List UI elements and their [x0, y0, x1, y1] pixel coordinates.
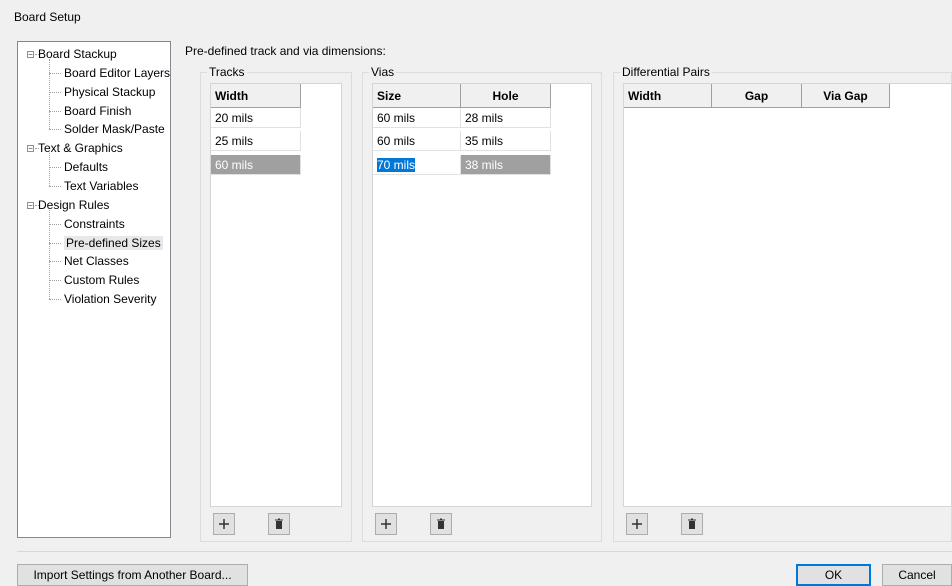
tree-item-label: Pre-defined Sizes [64, 235, 163, 250]
vias-cell-size[interactable]: 60 mils [373, 131, 461, 151]
tracks-delete-button[interactable] [268, 513, 290, 535]
tree-connector [49, 153, 50, 186]
tree-item-label: Text Variables [64, 178, 139, 193]
tree-item[interactable]: Board Editor Layers [64, 64, 170, 82]
ok-button[interactable]: OK [796, 564, 871, 586]
tree-item-label: Text & Graphics [38, 141, 123, 156]
tree-connector [49, 72, 61, 74]
tracks-grid[interactable]: Width 20 mils 25 mils 60 mils [210, 83, 342, 507]
tree-connector [49, 242, 61, 244]
tree-item[interactable]: Net Classes [64, 252, 129, 270]
vias-cell-size-editing[interactable]: 70 mils [373, 155, 461, 175]
tree-item-label: Custom Rules [64, 273, 140, 288]
tracks-add-button[interactable] [213, 513, 235, 535]
vias-add-button[interactable] [375, 513, 397, 535]
tree-connector [49, 59, 50, 130]
tree-item-label: Physical Stackup [64, 84, 156, 99]
trash-icon [437, 518, 445, 529]
tree-connector [49, 261, 61, 263]
diff-pairs-group-label: Differential Pairs [620, 65, 712, 79]
tree-item-label: Solder Mask/Paste [64, 122, 165, 137]
tree-connector [49, 209, 50, 300]
vias-edit-text[interactable]: 70 mils [377, 158, 416, 172]
diff-add-button[interactable] [626, 513, 648, 535]
vias-delete-button[interactable] [430, 513, 452, 535]
tree-item[interactable]: Physical Stackup [64, 83, 155, 101]
tree-item-label: Constraints [64, 216, 125, 231]
vias-header-size[interactable]: Size [373, 84, 461, 108]
diff-header-gap[interactable]: Gap [712, 84, 802, 108]
plus-icon [632, 519, 642, 529]
footer-separator [17, 551, 952, 552]
tree-item-label: Defaults [64, 160, 109, 175]
tree-connector [49, 129, 61, 131]
tree-connector [49, 185, 61, 187]
tree-item[interactable]: Custom Rules [64, 271, 139, 289]
vias-cell-hole-selected[interactable]: 38 mils [461, 155, 551, 175]
section-heading: Pre-defined track and via dimensions: [185, 44, 386, 58]
tree-item-label: Violation Severity [64, 292, 157, 307]
tree-connector [49, 110, 61, 112]
tree-item[interactable]: Pre-defined Sizes [64, 234, 163, 252]
tracks-header-width[interactable]: Width [211, 84, 301, 108]
diff-pairs-grid[interactable]: Width Gap Via Gap [623, 83, 952, 507]
window-title: Board Setup [14, 10, 81, 24]
diff-header-via-gap[interactable]: Via Gap [802, 84, 890, 108]
vias-group-label: Vias [369, 65, 397, 79]
tree-item[interactable]: Defaults [64, 158, 108, 176]
tree-connector [49, 167, 61, 169]
tree-connector [49, 91, 61, 93]
diff-header-width[interactable]: Width [624, 84, 712, 108]
tree-connector [49, 299, 61, 301]
diff-delete-button[interactable] [681, 513, 703, 535]
tree-item[interactable]: Solder Mask/Paste [64, 120, 165, 138]
vias-header-hole[interactable]: Hole [461, 84, 551, 108]
tree-item[interactable]: Board Finish [64, 102, 131, 120]
import-settings-button[interactable]: Import Settings from Another Board... [17, 564, 248, 586]
tree-item[interactable]: Text & Graphics [38, 139, 123, 157]
tree-item[interactable]: Violation Severity [64, 290, 157, 308]
tracks-cell-selected[interactable]: 60 mils [211, 155, 301, 175]
collapse-icon[interactable]: − [27, 51, 34, 59]
plus-icon [219, 519, 229, 529]
tree-item-label: Board Finish [64, 103, 132, 118]
trash-icon [275, 518, 283, 529]
settings-tree[interactable]: − Board Stackup Board Editor Layers Physica… [17, 41, 171, 538]
tree-item[interactable]: Text Variables [64, 177, 138, 195]
trash-icon [688, 518, 696, 529]
tree-item[interactable]: Constraints [64, 215, 125, 233]
tree-connector [49, 223, 61, 225]
plus-icon [381, 519, 391, 529]
tracks-cell[interactable]: 20 mils [211, 108, 301, 128]
vias-grid[interactable]: Size Hole 60 mils 28 mils 60 mils 35 mil… [372, 83, 592, 507]
tree-item-label: Board Editor Layers [64, 65, 171, 80]
tree-item-label: Net Classes [64, 254, 129, 269]
cancel-button[interactable]: Cancel [882, 564, 952, 586]
vias-cell-hole[interactable]: 35 mils [461, 131, 551, 151]
tracks-group-label: Tracks [207, 65, 247, 79]
tracks-cell[interactable]: 25 mils [211, 131, 301, 151]
collapse-icon[interactable]: − [27, 201, 34, 209]
vias-cell-hole[interactable]: 28 mils [461, 108, 551, 128]
vias-cell-size[interactable]: 60 mils [373, 108, 461, 128]
tree-connector [49, 280, 61, 282]
collapse-icon[interactable]: − [27, 145, 34, 153]
